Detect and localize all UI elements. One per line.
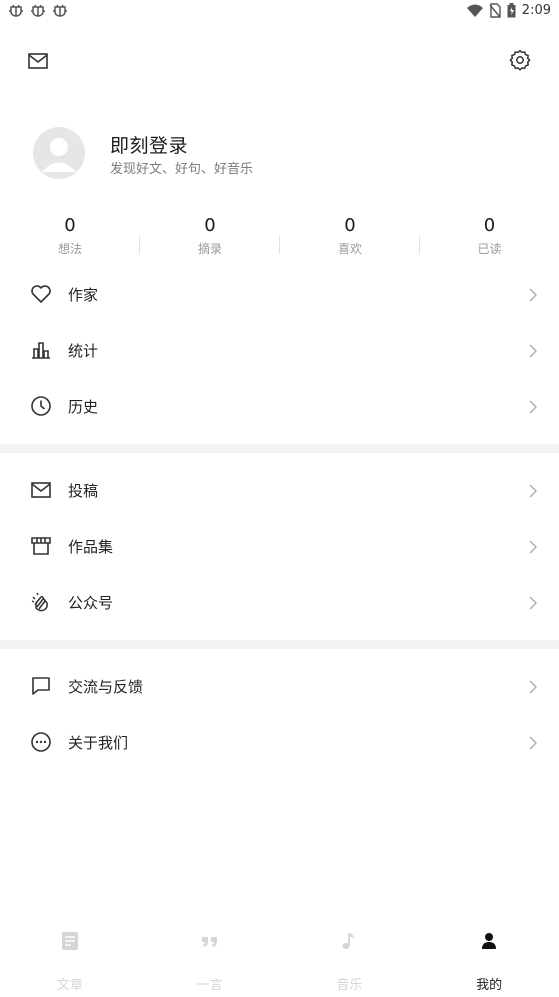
- nav-tab-articles[interactable]: 文章: [0, 920, 140, 997]
- menu-item-history[interactable]: 历史: [0, 379, 559, 435]
- stat-value: 0: [204, 215, 216, 236]
- menu-label: 作品集: [68, 538, 114, 556]
- music-note-icon: [342, 933, 355, 949]
- menu-item-official-account[interactable]: 公众号: [0, 575, 559, 631]
- nav-label: 文章: [56, 978, 83, 993]
- chevron-right-icon: [529, 344, 537, 358]
- stat-label: 摘录: [197, 242, 222, 256]
- menu-item-about-us[interactable]: 关于我们: [0, 715, 559, 771]
- bug-icon: [53, 4, 67, 17]
- stat-label: 想法: [57, 242, 82, 256]
- heart-icon: [31, 285, 51, 303]
- stat-ideas[interactable]: 0 想法: [0, 214, 140, 260]
- menu-label: 统计: [68, 342, 99, 360]
- nav-label: 一言: [196, 978, 223, 993]
- menu-label: 投稿: [68, 482, 99, 500]
- login-subtitle: 发现好文、好句、好音乐: [110, 162, 254, 177]
- chevron-right-icon: [529, 596, 537, 610]
- menu-label: 作家: [68, 286, 99, 304]
- clap-icon: [31, 592, 48, 612]
- battery-icon: [507, 3, 516, 18]
- chevron-right-icon: [529, 288, 537, 302]
- article-icon: [61, 932, 78, 950]
- stat-likes[interactable]: 0 喜欢: [280, 214, 420, 260]
- menu-label: 历史: [68, 398, 99, 416]
- bottom-nav: 文章 一言 音乐 我的: [0, 920, 559, 997]
- stat-value: 0: [483, 215, 496, 236]
- nav-tab-mine[interactable]: 我的: [419, 920, 559, 997]
- status-system: 2:09: [466, 3, 551, 18]
- menu-group-personal: 作家 统计 历史: [0, 267, 559, 435]
- gear-icon[interactable]: [508, 48, 532, 72]
- menu-item-writers[interactable]: 作家: [0, 267, 559, 323]
- nav-tab-music[interactable]: 音乐: [280, 920, 420, 997]
- stat-excerpts[interactable]: 0 摘录: [140, 214, 280, 260]
- menu-group-support: 交流与反馈 关于我们: [0, 659, 559, 771]
- menu-group-creation: 投稿 作品集 公众号: [0, 463, 559, 631]
- profile-page: 2:09 即刻登录 发现好文、好句、好音乐 0 想法 0 摘录 0 喜欢 0 已…: [0, 0, 559, 997]
- stats-row: 0 想法 0 摘录 0 喜欢 0 已读: [0, 214, 559, 260]
- stat-label: 已读: [477, 242, 502, 256]
- person-icon: [482, 933, 497, 949]
- avatar[interactable]: [33, 127, 85, 179]
- bug-icon: [9, 4, 23, 17]
- stat-read[interactable]: 0 已读: [420, 214, 559, 260]
- nav-label: 我的: [476, 978, 503, 993]
- section-divider: [0, 640, 559, 649]
- status-bar: 2:09: [0, 0, 559, 24]
- menu-label: 公众号: [68, 594, 114, 612]
- menu-label: 交流与反馈: [68, 678, 144, 696]
- menu-label: 关于我们: [68, 734, 129, 752]
- avatar-placeholder-icon: [42, 138, 76, 172]
- chevron-right-icon: [529, 484, 537, 498]
- no-sim-icon: [489, 3, 501, 18]
- menu-item-submit[interactable]: 投稿: [0, 463, 559, 519]
- bug-icon: [31, 4, 45, 17]
- status-time: 2:09: [521, 3, 551, 18]
- section-divider: [0, 444, 559, 453]
- chevron-right-icon: [529, 540, 537, 554]
- chevron-right-icon: [529, 736, 537, 750]
- menu-item-statistics[interactable]: 统计: [0, 323, 559, 379]
- chat-icon: [32, 677, 50, 695]
- stat-value: 0: [344, 215, 356, 236]
- stat-value: 0: [64, 215, 76, 236]
- menu-item-collections[interactable]: 作品集: [0, 519, 559, 575]
- login-title[interactable]: 即刻登录: [110, 131, 188, 158]
- nav-tab-quotes[interactable]: 一言: [140, 920, 280, 997]
- bar-chart-icon: [32, 342, 50, 359]
- chevron-right-icon: [529, 400, 537, 414]
- menu-item-feedback[interactable]: 交流与反馈: [0, 659, 559, 715]
- stat-label: 喜欢: [337, 242, 362, 256]
- chevron-right-icon: [529, 680, 537, 694]
- status-notifications: [8, 3, 68, 19]
- quote-icon: [201, 937, 217, 947]
- clock-icon: [31, 396, 51, 416]
- nav-label: 音乐: [336, 978, 363, 993]
- envelope-icon: [31, 482, 51, 498]
- more-circle-icon: [31, 732, 51, 752]
- wifi-icon: [466, 4, 483, 17]
- mail-icon[interactable]: [26, 50, 50, 72]
- storefront-icon: [31, 537, 51, 555]
